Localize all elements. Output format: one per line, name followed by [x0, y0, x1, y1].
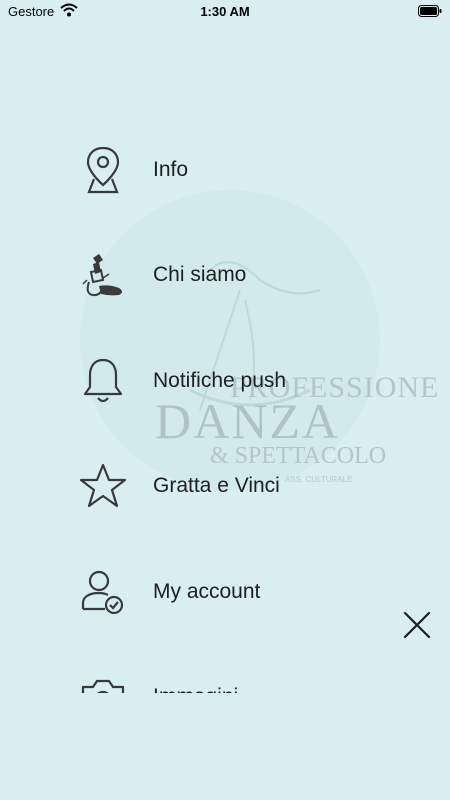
star-icon — [75, 458, 131, 514]
menu-item-chi-siamo[interactable]: Chi siamo — [75, 245, 375, 305]
menu-label-gratta-e-vinci: Gratta e Vinci — [153, 474, 280, 497]
side-menu: Info Chi siamo Notifiche push Gratta e V… — [0, 118, 450, 693]
bell-icon — [75, 353, 131, 409]
close-icon — [403, 611, 431, 639]
menu-item-my-account[interactable]: My account — [75, 562, 375, 622]
status-time: 1:30 AM — [200, 4, 250, 19]
menu-item-immagini[interactable]: Immagini — [75, 667, 375, 693]
menu-label-my-account: My account — [153, 580, 261, 603]
menu-label-chi-siamo: Chi siamo — [153, 263, 247, 286]
status-bar: Gestore 1:30 AM — [0, 0, 450, 24]
ballet-shoe-icon — [75, 247, 131, 303]
map-pin-icon — [75, 142, 131, 198]
battery-icon — [418, 5, 442, 17]
menu-label-info: Info — [153, 158, 189, 181]
user-check-icon — [75, 564, 131, 620]
close-button[interactable] — [402, 610, 432, 640]
camera-icon — [75, 669, 131, 693]
menu-item-notifiche-push[interactable]: Notifiche push — [75, 351, 375, 411]
menu-label-immagini: Immagini — [153, 685, 238, 693]
menu-item-gratta-e-vinci[interactable]: Gratta e Vinci — [75, 456, 375, 516]
menu-label-notifiche-push: Notifiche push — [153, 369, 287, 392]
menu-item-info[interactable]: Info — [75, 140, 375, 200]
